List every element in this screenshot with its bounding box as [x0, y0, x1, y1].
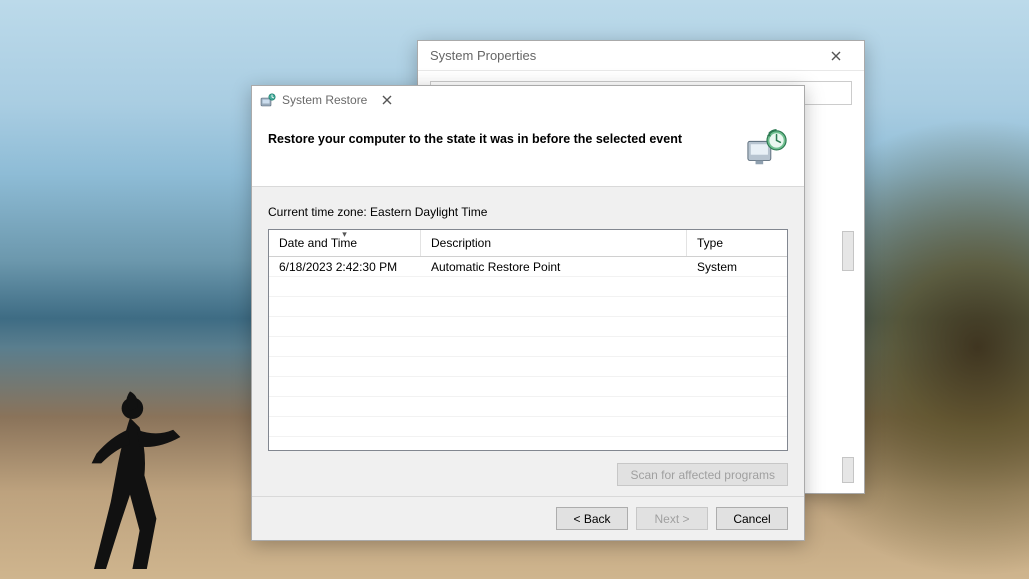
restore-points-table: ▾ Date and Time Description Type 6/18/20…: [268, 229, 788, 451]
dialog-headline: Restore your computer to the state it wa…: [268, 128, 734, 146]
back-button[interactable]: < Back: [556, 507, 628, 530]
system-restore-icon: [260, 92, 276, 108]
wallpaper-runner-silhouette: [70, 389, 190, 569]
cell-type: System: [687, 260, 787, 274]
table-row: [269, 297, 787, 317]
system-properties-configure-stub: [842, 231, 854, 271]
system-restore-title: System Restore: [282, 93, 367, 107]
table-row: [269, 417, 787, 437]
system-restore-dialog: System Restore Restore your computer to …: [251, 85, 805, 541]
table-row: [269, 397, 787, 417]
dialog-body: Current time zone: Eastern Daylight Time…: [252, 187, 804, 496]
system-restore-titlebar[interactable]: System Restore: [252, 86, 804, 114]
system-properties-close-button[interactable]: [816, 42, 856, 70]
system-restore-close-button[interactable]: [367, 86, 407, 114]
table-row: [269, 377, 787, 397]
system-restore-art-icon: [746, 128, 788, 168]
scan-affected-programs-button: Scan for affected programs: [617, 463, 788, 486]
table-row: [269, 277, 787, 297]
next-button: Next >: [636, 507, 708, 530]
system-properties-title: System Properties: [430, 48, 536, 63]
column-header-description-label: Description: [431, 236, 491, 250]
column-header-type-label: Type: [697, 236, 723, 250]
column-header-type[interactable]: Type: [687, 230, 787, 256]
system-properties-titlebar[interactable]: System Properties: [418, 41, 864, 71]
table-row: [269, 337, 787, 357]
cancel-button[interactable]: Cancel: [716, 507, 788, 530]
table-row: [269, 357, 787, 377]
timezone-label: Current time zone: Eastern Daylight Time: [268, 205, 788, 219]
table-row[interactable]: 6/18/2023 2:42:30 PM Automatic Restore P…: [269, 257, 787, 277]
table-header: ▾ Date and Time Description Type: [269, 230, 787, 257]
cell-datetime: 6/18/2023 2:42:30 PM: [269, 260, 421, 274]
system-properties-bottom-stub: [842, 457, 854, 483]
cell-description: Automatic Restore Point: [421, 260, 687, 274]
dialog-footer: < Back Next > Cancel: [252, 496, 804, 540]
column-header-description[interactable]: Description: [421, 230, 687, 256]
dialog-header: Restore your computer to the state it wa…: [252, 114, 804, 187]
table-body: 6/18/2023 2:42:30 PM Automatic Restore P…: [269, 257, 787, 450]
sort-descending-icon: ▾: [342, 229, 347, 240]
table-row: [269, 317, 787, 337]
column-header-datetime[interactable]: ▾ Date and Time: [269, 230, 421, 256]
